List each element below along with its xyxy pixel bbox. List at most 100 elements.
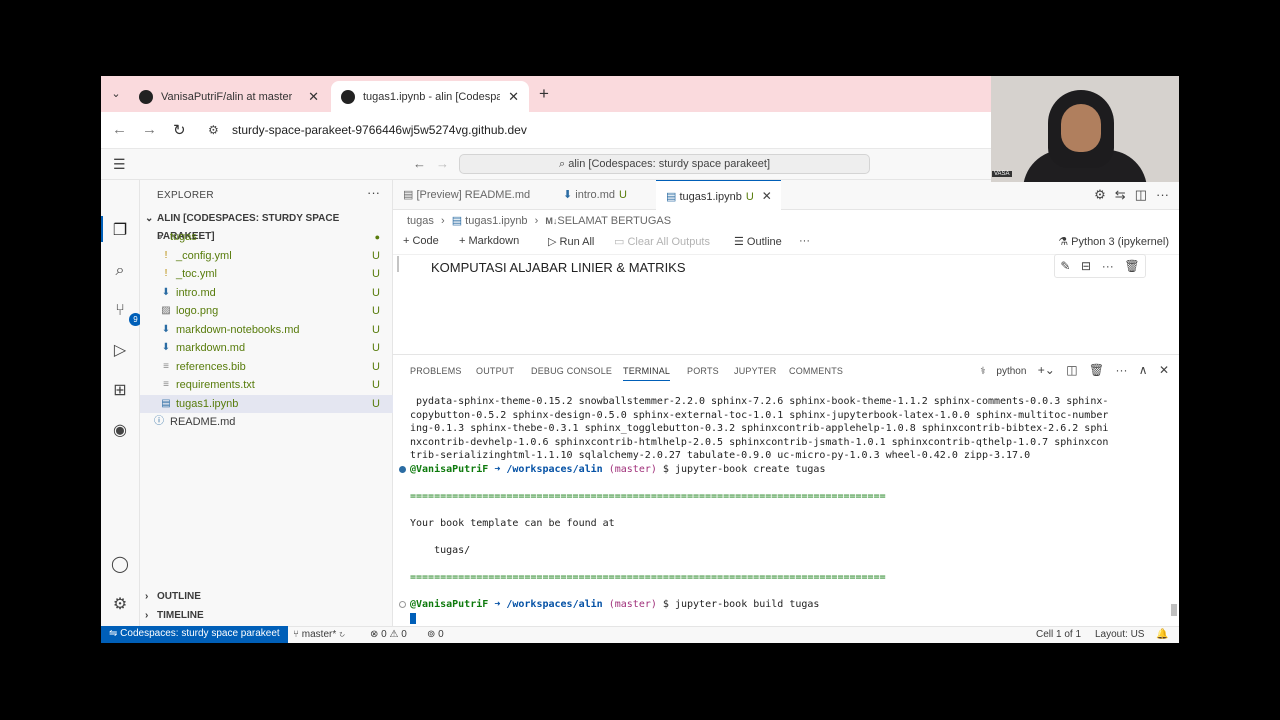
file-item[interactable]: ≡ references.bib U bbox=[140, 358, 393, 376]
editor-tab-intro[interactable]: ⬇ intro.md U bbox=[553, 180, 655, 210]
run-all-button[interactable]: ▷ Run All bbox=[548, 235, 594, 248]
cell-indicator[interactable]: Cell 1 of 1 bbox=[1036, 627, 1081, 643]
file-item[interactable]: ! _config.yml U bbox=[140, 247, 393, 265]
new-tab-icon[interactable]: + bbox=[539, 84, 549, 104]
vscode-forward-icon[interactable]: → bbox=[436, 156, 449, 171]
edit-icon[interactable]: ✎ bbox=[1060, 259, 1070, 273]
more-actions-icon[interactable]: ··· bbox=[367, 185, 380, 200]
chevron-right-icon: › bbox=[145, 610, 149, 621]
outline-section[interactable]: › OUTLINE bbox=[140, 588, 393, 606]
bell-icon[interactable]: 🔔 bbox=[1156, 627, 1168, 643]
webcam-label: VASA bbox=[992, 171, 1012, 177]
layout-indicator[interactable]: Layout: US bbox=[1095, 627, 1144, 643]
site-settings-icon[interactable]: ⚙ bbox=[208, 123, 219, 137]
file-status: U bbox=[372, 398, 380, 410]
new-terminal-icon[interactable]: +⌄ bbox=[1038, 363, 1055, 377]
panel-tab-problems[interactable]: PROBLEMS bbox=[410, 366, 462, 376]
folder-tugas[interactable]: ⌄ tugas ● bbox=[140, 228, 393, 246]
split-terminal-icon[interactable]: ◫ bbox=[1066, 363, 1077, 377]
file-item[interactable]: ⬇ markdown.md U bbox=[140, 339, 393, 357]
problems-indicator[interactable]: ⊗ 0 ⚠ 0 bbox=[370, 627, 407, 643]
file-item[interactable]: ! _toc.yml U bbox=[140, 265, 393, 283]
tab-list-dropdown-icon[interactable]: ⌄ bbox=[107, 85, 125, 103]
clear-outputs-button[interactable]: ▭ Clear All Outputs bbox=[614, 235, 710, 248]
panel-tab-comments[interactable]: COMMENTS bbox=[789, 366, 843, 376]
search-icon[interactable]: ⌕ bbox=[109, 260, 131, 282]
browser-tab-notebook[interactable]: tugas1.ipynb - alin [Codespaces ✕ bbox=[331, 81, 529, 112]
split-cell-icon[interactable]: ⊟ bbox=[1081, 259, 1091, 273]
extensions-icon[interactable]: ⊞ bbox=[109, 380, 131, 402]
branch-indicator[interactable]: ⑂ master* ↻ bbox=[293, 627, 345, 643]
add-markdown-button[interactable]: + Markdown bbox=[459, 235, 519, 247]
file-item[interactable]: ⓘ README.md bbox=[140, 413, 393, 431]
kill-terminal-icon[interactable]: 🗑 bbox=[1089, 363, 1104, 377]
file-item[interactable]: ▨ logo.png U bbox=[140, 302, 393, 320]
kernel-picker[interactable]: ⚗ Python 3 (ipykernel) bbox=[1058, 235, 1169, 248]
command-center-label: alin [Codespaces: sturdy space parakeet] bbox=[568, 158, 770, 170]
settings-gear-icon[interactable]: ⚙ bbox=[109, 594, 131, 616]
browser-tab-label: tugas1.ipynb - alin [Codespaces bbox=[363, 90, 501, 103]
back-icon[interactable]: ← bbox=[112, 121, 127, 138]
panel-tab-terminal[interactable]: TERMINAL bbox=[623, 366, 671, 381]
webcam-person-face bbox=[1061, 104, 1101, 152]
markdown-cell-text[interactable]: KOMPUTASI ALJABAR LINIER & MATRIKS bbox=[431, 260, 686, 275]
terminal-cursor bbox=[410, 613, 416, 624]
compare-icon[interactable]: ⇆ bbox=[1115, 187, 1126, 202]
terminal-profile[interactable]: ⚕ python bbox=[972, 366, 1026, 377]
maximize-panel-icon[interactable]: ∧ bbox=[1139, 363, 1148, 377]
timeline-section[interactable]: › TIMELINE bbox=[140, 607, 393, 625]
file-item[interactable]: ⬇ markdown-notebooks.md U bbox=[140, 321, 393, 339]
close-icon[interactable]: ✕ bbox=[762, 189, 772, 203]
forward-icon[interactable]: → bbox=[142, 121, 157, 138]
panel-tab-jupyter[interactable]: JUPYTER bbox=[734, 366, 776, 376]
terminal-output-line: copybutton-0.5.2 sphinx-design-0.5.0 sph… bbox=[410, 409, 1109, 421]
browser-tab-readme[interactable]: VanisaPutriF/alin at master ✕ bbox=[129, 81, 329, 112]
gear-icon[interactable]: ⚙ bbox=[1094, 187, 1106, 202]
editor-tab-readme-preview[interactable]: ▤ [Preview] README.md bbox=[393, 180, 553, 210]
panel-tab-output[interactable]: OUTPUT bbox=[476, 366, 514, 376]
file-item-selected[interactable]: ▤ tugas1.ipynb U bbox=[140, 395, 393, 413]
image-file-icon: ▨ bbox=[161, 305, 171, 316]
command-center[interactable]: ⌕ alin [Codespaces: sturdy space parakee… bbox=[459, 154, 870, 174]
more-icon[interactable]: ··· bbox=[1115, 363, 1127, 377]
more-icon[interactable]: ··· bbox=[1156, 187, 1169, 202]
more-icon[interactable]: ··· bbox=[1102, 259, 1114, 273]
close-tab-icon[interactable]: ✕ bbox=[300, 89, 319, 105]
remote-indicator[interactable]: ⇋ Codespaces: sturdy space parakeet bbox=[101, 626, 288, 643]
breadcrumb-section[interactable]: SELAMAT BERTUGAS bbox=[557, 215, 671, 227]
status-bar: ⇋ Codespaces: sturdy space parakeet ⑂ ma… bbox=[101, 626, 1179, 643]
source-control-icon[interactable]: ⑂ 9 bbox=[109, 300, 142, 326]
split-editor-icon[interactable]: ◫ bbox=[1135, 187, 1147, 202]
prompt-branch: (master) bbox=[608, 599, 657, 610]
menu-icon[interactable]: ☰ bbox=[113, 156, 126, 173]
close-panel-icon[interactable]: ✕ bbox=[1159, 363, 1169, 377]
command-running-icon[interactable] bbox=[399, 601, 406, 608]
prompt-branch: (master) bbox=[608, 464, 657, 475]
file-item[interactable]: ⬇ intro.md U bbox=[140, 284, 393, 302]
panel-tab-ports[interactable]: PORTS bbox=[687, 366, 719, 376]
url-field[interactable]: sturdy-space-parakeet-9766446wj5w5274vg.… bbox=[232, 123, 527, 137]
breadcrumb-folder[interactable]: tugas bbox=[407, 215, 434, 227]
workspace-header[interactable]: ⌄ ALIN [CODESPACES: STURDY SPACE PARAKEE… bbox=[140, 210, 393, 242]
ports-indicator[interactable]: ⊚ 0 bbox=[427, 627, 444, 643]
breadcrumb-file[interactable]: tugas1.ipynb bbox=[465, 215, 527, 227]
more-icon[interactable]: ··· bbox=[799, 235, 810, 247]
explorer-icon[interactable]: ❐ bbox=[109, 220, 131, 242]
account-icon[interactable]: ◯ bbox=[109, 554, 131, 576]
command-success-icon[interactable] bbox=[399, 466, 406, 473]
reload-icon[interactable]: ↻ bbox=[173, 121, 186, 139]
panel-tab-debug-console[interactable]: DEBUG CONSOLE bbox=[531, 366, 612, 376]
sync-icon: ↻ bbox=[336, 629, 346, 640]
bottom-panel: PROBLEMS OUTPUT DEBUG CONSOLE TERMINAL P… bbox=[393, 354, 1179, 626]
terminal-scrollbar[interactable] bbox=[1171, 604, 1177, 616]
file-item[interactable]: ≡ requirements.txt U bbox=[140, 376, 393, 394]
vscode-back-icon[interactable]: ← bbox=[413, 156, 426, 171]
file-status: U bbox=[372, 379, 380, 391]
add-code-button[interactable]: + Code bbox=[403, 235, 439, 247]
delete-icon[interactable]: 🗑 bbox=[1124, 259, 1139, 273]
run-debug-icon[interactable]: ▷ bbox=[109, 340, 131, 362]
close-tab-icon[interactable]: ✕ bbox=[500, 89, 519, 105]
editor-tab-notebook[interactable]: ▤ tugas1.ipynb U ✕ bbox=[656, 180, 781, 211]
outline-button[interactable]: ☰ Outline bbox=[734, 235, 782, 248]
github-icon[interactable]: ◉ bbox=[109, 420, 131, 442]
